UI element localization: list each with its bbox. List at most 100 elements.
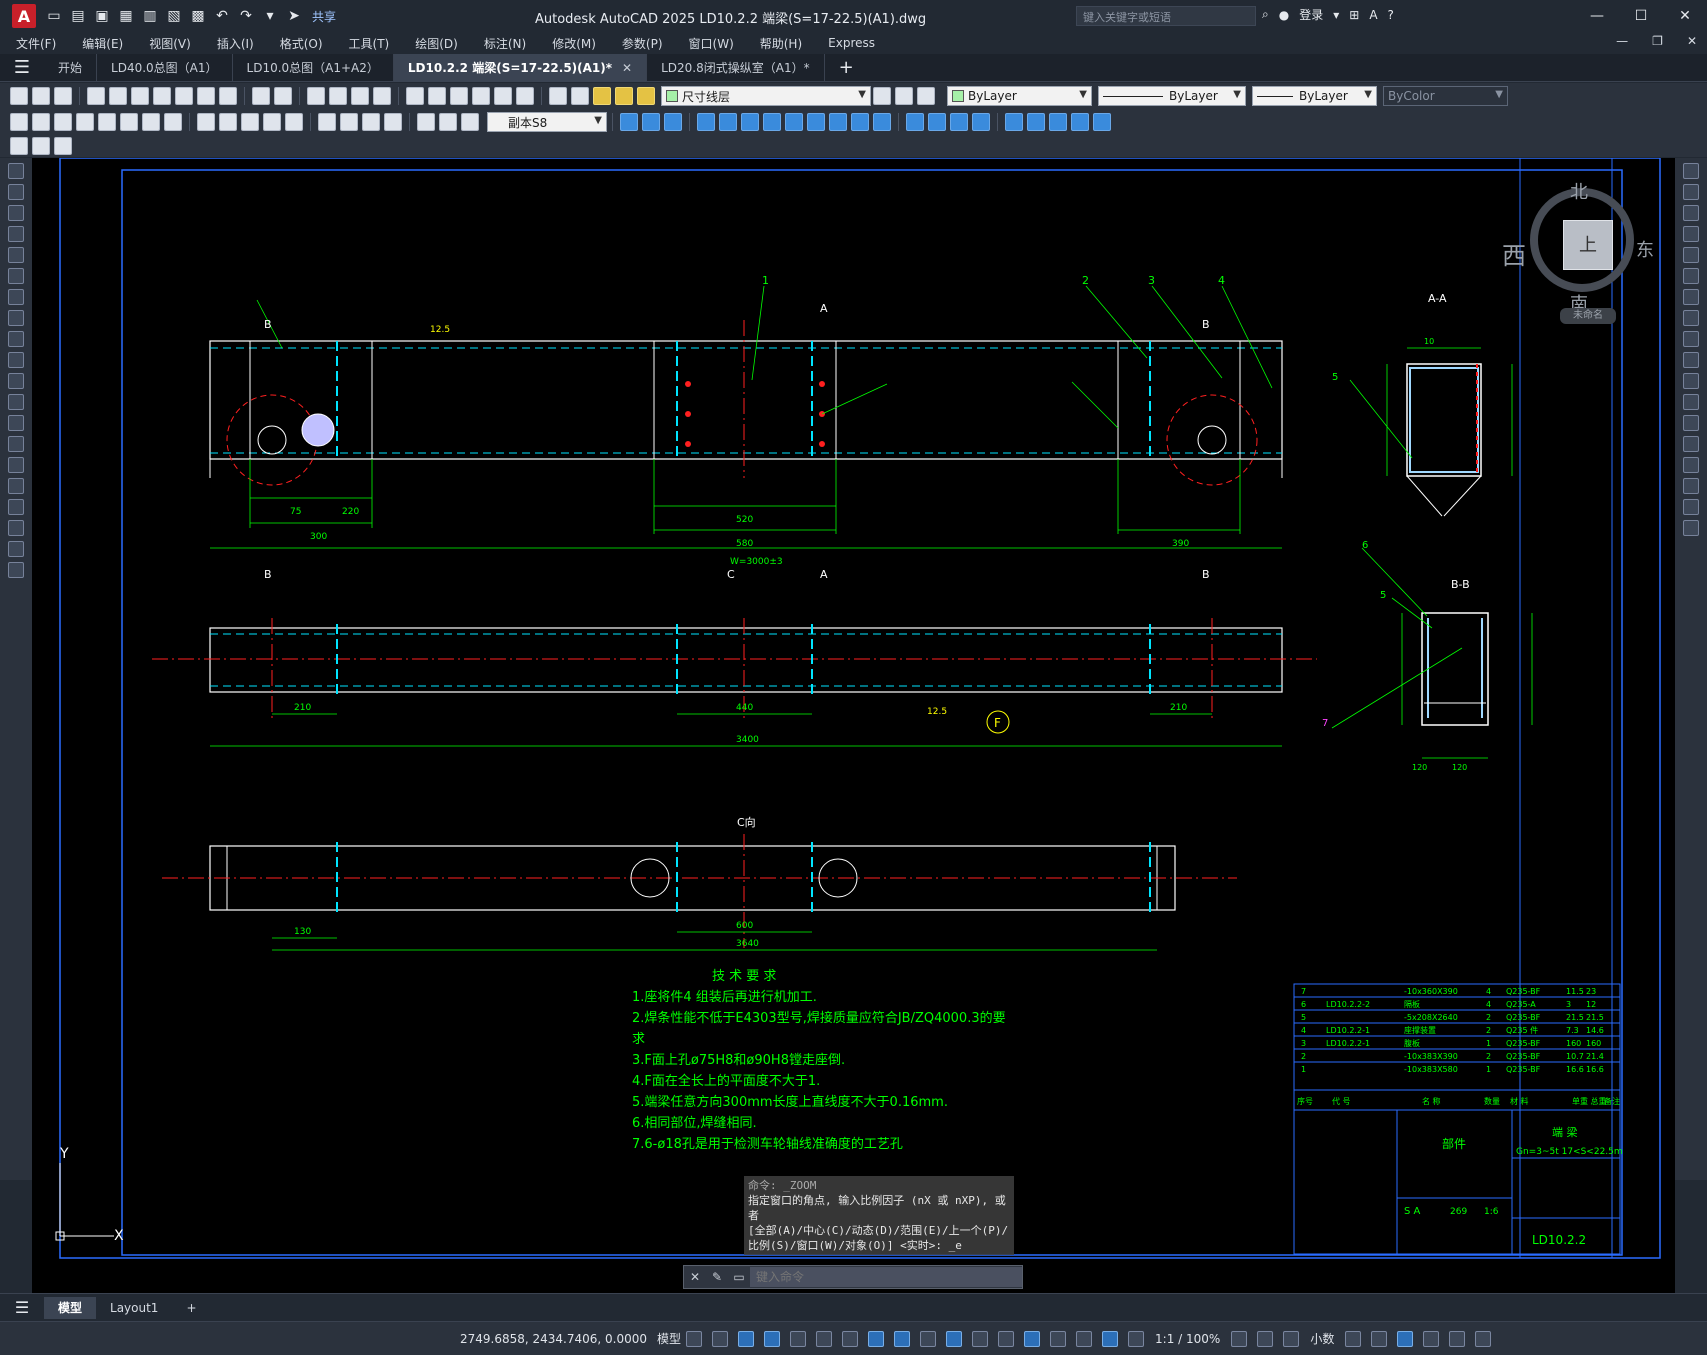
radius-icon[interactable] <box>98 113 116 131</box>
dim-update-icon[interactable] <box>461 113 479 131</box>
erase-icon[interactable] <box>1683 163 1699 179</box>
layout-tab[interactable]: 模型 <box>44 1296 97 1319</box>
modify-rotate-icon[interactable] <box>741 113 759 131</box>
draworder-below-icon[interactable] <box>1071 113 1089 131</box>
modify-chamfer-icon[interactable] <box>906 113 924 131</box>
units-dropdown[interactable]: 小数 <box>1310 1330 1334 1347</box>
layer-states-icon[interactable] <box>917 87 935 105</box>
snap-icon[interactable] <box>712 1330 729 1347</box>
extend-icon[interactable] <box>1683 373 1699 389</box>
menu-item[interactable]: 格式(O) <box>264 35 333 52</box>
share-button[interactable]: 共享 <box>312 8 336 25</box>
region-icon[interactable] <box>8 499 24 515</box>
copy-icon[interactable] <box>1683 184 1699 200</box>
minimize-button[interactable]: — <box>1575 0 1619 32</box>
layer-properties-icon[interactable] <box>571 87 589 105</box>
lineweight-dropdown[interactable]: ByLayer ▼ <box>1252 86 1377 106</box>
open-file-icon[interactable]: ▤ <box>69 7 87 25</box>
angular-icon[interactable] <box>164 113 182 131</box>
draworder-front-icon[interactable] <box>1005 113 1023 131</box>
menu-item[interactable]: 绘图(D) <box>399 35 468 52</box>
modify-stretch-icon[interactable] <box>785 113 803 131</box>
help-button[interactable]: ? <box>1388 8 1394 22</box>
jogged-icon[interactable] <box>120 113 138 131</box>
file-tab[interactable]: LD20.8闭式操纵室（A1）* <box>647 53 825 82</box>
join-icon[interactable] <box>1683 436 1699 452</box>
dim-edit-icon[interactable] <box>417 113 435 131</box>
properties-icon[interactable] <box>406 87 424 105</box>
polygon-icon[interactable] <box>8 226 24 242</box>
auto-scale-icon[interactable] <box>1128 1330 1145 1347</box>
new-file-icon[interactable]: ▭ <box>45 7 63 25</box>
new-icon[interactable] <box>10 87 28 105</box>
lock-ui-icon[interactable] <box>1371 1330 1388 1347</box>
modify-scale-icon[interactable] <box>763 113 781 131</box>
new-layout-icon[interactable]: + <box>172 1297 210 1319</box>
tool-palettes-icon[interactable] <box>450 87 468 105</box>
ortho-icon[interactable] <box>790 1330 807 1347</box>
line-icon[interactable] <box>8 163 24 179</box>
plot-icon[interactable] <box>87 87 105 105</box>
viewcube-top-face[interactable]: 上 <box>1563 220 1613 270</box>
diameter-icon[interactable] <box>142 113 160 131</box>
modify-fillet-icon[interactable] <box>928 113 946 131</box>
modify-array-icon[interactable] <box>697 113 715 131</box>
menu-item[interactable]: 参数(P) <box>606 35 673 52</box>
color-dropdown[interactable]: ByLayer ▼ <box>947 86 1092 106</box>
trim-icon[interactable] <box>1683 352 1699 368</box>
ellipse-icon[interactable] <box>8 352 24 368</box>
clean-screen-icon[interactable] <box>1449 1330 1466 1347</box>
zoom-realtime-icon[interactable] <box>329 87 347 105</box>
user-icon[interactable]: ● <box>1279 8 1289 22</box>
help-icon[interactable] <box>549 87 567 105</box>
layout-tab[interactable]: Layout1 <box>96 1297 172 1319</box>
graphics-performance-icon[interactable] <box>1423 1330 1440 1347</box>
modify-join-icon[interactable] <box>873 113 891 131</box>
gizmo-icon[interactable] <box>1076 1330 1093 1347</box>
scale-icon[interactable] <box>1683 310 1699 326</box>
menu-item[interactable]: 帮助(H) <box>744 35 812 52</box>
inspection-icon[interactable] <box>362 113 380 131</box>
3d-osnap-icon[interactable] <box>998 1330 1015 1347</box>
modify-move-icon[interactable] <box>719 113 737 131</box>
customization-icon[interactable] <box>1475 1330 1492 1347</box>
move-icon[interactable] <box>1683 268 1699 284</box>
rectangle-icon[interactable] <box>8 247 24 263</box>
menu-item[interactable]: 文件(F) <box>0 35 66 52</box>
modify-offset-icon[interactable] <box>664 113 682 131</box>
paste-icon[interactable] <box>197 87 215 105</box>
redo-icon[interactable] <box>274 87 292 105</box>
annotation-scale[interactable]: 1:1 / 100% <box>1155 1332 1220 1346</box>
quick-properties-icon[interactable] <box>1345 1330 1362 1347</box>
redo-icon[interactable]: ↷ <box>237 7 255 25</box>
jogged-linear-icon[interactable] <box>384 113 402 131</box>
maximize-button[interactable]: ☐ <box>1619 0 1663 32</box>
doc-close-button[interactable]: ✕ <box>1687 34 1697 48</box>
array-icon[interactable] <box>1683 247 1699 263</box>
autodesk-icon[interactable]: A <box>1369 8 1377 22</box>
insert-block-icon[interactable] <box>32 137 50 155</box>
menu-item[interactable]: Express <box>812 36 885 50</box>
doc-minimize-button[interactable]: — <box>1616 34 1628 48</box>
model-space-button[interactable]: 模型 <box>657 1330 681 1347</box>
viewcube[interactable]: 北 南 东 西 上 <box>1502 180 1654 315</box>
selection-cycling-icon[interactable] <box>972 1330 989 1347</box>
customize-chevron-icon[interactable]: ▾ <box>261 7 279 25</box>
menu-item[interactable]: 视图(V) <box>133 35 201 52</box>
cut-icon[interactable] <box>153 87 171 105</box>
match-properties-icon[interactable] <box>219 87 237 105</box>
undo-icon[interactable] <box>252 87 270 105</box>
lineweight-icon[interactable] <box>920 1330 937 1347</box>
spline-icon[interactable] <box>8 331 24 347</box>
modify-erase-icon[interactable] <box>972 113 990 131</box>
draworder-text-icon[interactable] <box>1093 113 1111 131</box>
dim-break-icon[interactable] <box>285 113 303 131</box>
menu-item[interactable]: 工具(T) <box>333 35 400 52</box>
wcs-menu[interactable]: 未命名 <box>1560 308 1616 324</box>
file-tab[interactable]: 开始 <box>44 53 98 82</box>
menu-item[interactable]: 编辑(E) <box>66 35 133 52</box>
close-command-icon[interactable]: ✕ <box>684 1270 706 1284</box>
hamburger-menu-icon[interactable]: ☰ <box>0 57 44 78</box>
coordinates-readout[interactable]: 2749.6858, 2434.7406, 0.0000 <box>460 1332 647 1346</box>
calculator-icon[interactable] <box>516 87 534 105</box>
